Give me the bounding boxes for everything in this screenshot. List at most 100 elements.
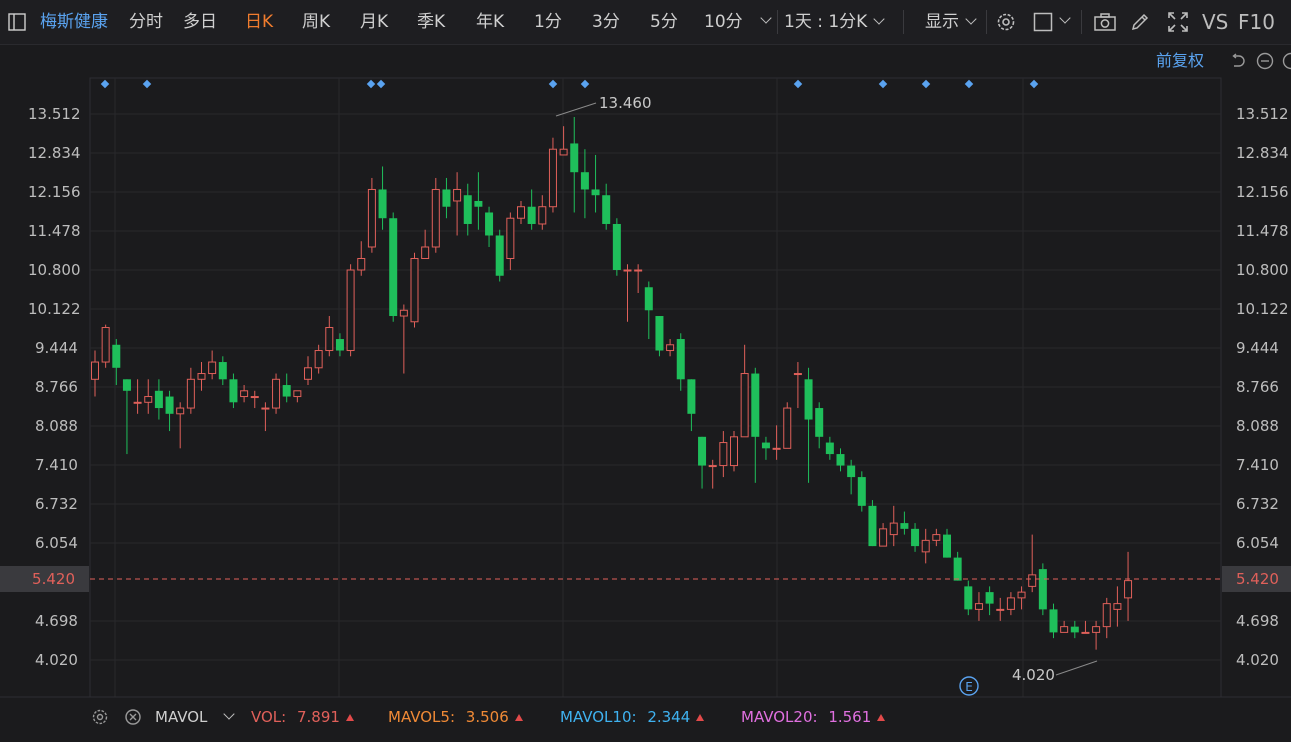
- up-arrow-icon: [696, 714, 705, 721]
- interval-select[interactable]: 1天 : 1分K: [784, 0, 885, 44]
- fullscreen-icon[interactable]: [1165, 0, 1191, 44]
- tab-3min[interactable]: 3分: [592, 0, 620, 44]
- vs-button[interactable]: VS: [1202, 0, 1228, 44]
- candle: [964, 580, 973, 616]
- candle-body: [517, 206, 525, 219]
- f10-button[interactable]: F10: [1238, 0, 1275, 44]
- candle-body: [144, 396, 153, 403]
- candle: [730, 431, 738, 472]
- tab-weekly-k[interactable]: 周K: [302, 0, 330, 44]
- more-periods-chevron-icon[interactable]: [756, 0, 776, 44]
- candle: [953, 551, 962, 581]
- candle-body: [186, 378, 195, 409]
- layout-select[interactable]: [1031, 0, 1071, 44]
- y-tick-label: 12.156: [28, 183, 81, 201]
- candle-body: [730, 436, 738, 467]
- event-diamond-marker: [580, 79, 590, 89]
- tab-quarterly-k[interactable]: 季K: [417, 0, 445, 44]
- tab-multi-day[interactable]: 多日: [183, 0, 217, 44]
- event-markers: [100, 79, 1039, 89]
- y-tick-label: 4.020: [35, 651, 78, 669]
- candle: [527, 189, 536, 230]
- candle: [506, 212, 515, 270]
- candle-body: [101, 327, 110, 363]
- candle: [985, 586, 994, 616]
- candle-body: [442, 189, 451, 207]
- candle: [1113, 586, 1122, 627]
- current-price-label: 5.420: [1236, 570, 1279, 588]
- zoom-in-icon[interactable]: [1278, 44, 1291, 78]
- tab-10min[interactable]: 10分: [704, 0, 743, 44]
- candle-body: [1017, 591, 1026, 599]
- y-tick-label: 12.834: [28, 144, 81, 162]
- candle: [1124, 551, 1133, 621]
- display-select[interactable]: 显示: [925, 0, 977, 44]
- candle-body: [921, 539, 930, 553]
- candle-body: [751, 373, 760, 437]
- candle: [612, 218, 621, 276]
- candle: [240, 385, 249, 403]
- y-tick-label: 6.732: [35, 495, 78, 513]
- gear-icon[interactable]: [993, 0, 1019, 44]
- mavol5-value: 3.506: [465, 708, 509, 726]
- candle-body: [112, 344, 121, 368]
- indicator-select[interactable]: MAVOL: [155, 700, 236, 734]
- y-tick-label: 8.088: [1236, 417, 1279, 435]
- y-tick-label: 7.410: [1236, 456, 1279, 474]
- candle: [602, 183, 611, 230]
- divider: [986, 10, 987, 34]
- adjust-mode-button[interactable]: 前复权: [1156, 44, 1204, 78]
- zoom-out-icon[interactable]: [1255, 44, 1275, 78]
- candle: [176, 402, 185, 449]
- candle-body: [399, 309, 408, 317]
- tab-yearly-k[interactable]: 年K: [476, 0, 504, 44]
- candle-body: [580, 172, 589, 190]
- sidebar-toggle-icon[interactable]: [6, 0, 28, 44]
- low-annotation-label: 4.020: [1012, 666, 1055, 684]
- candle-body: [261, 407, 270, 410]
- candle: [431, 177, 440, 253]
- candle: [548, 137, 557, 213]
- candle: [1070, 620, 1079, 639]
- candle: [474, 172, 483, 230]
- indicator-settings-gear-icon[interactable]: [89, 700, 111, 734]
- y-tick-label: 6.732: [1236, 495, 1279, 513]
- pencil-icon[interactable]: [1127, 0, 1153, 44]
- y-tick-label: 4.020: [1236, 651, 1279, 669]
- undo-icon[interactable]: [1227, 44, 1247, 78]
- candle-body: [421, 246, 430, 259]
- candle: [197, 362, 206, 391]
- camera-icon[interactable]: [1091, 0, 1119, 44]
- candle-body: [591, 189, 600, 196]
- tab-1min[interactable]: 1分: [534, 0, 562, 44]
- tab-fenshi[interactable]: 分时: [129, 0, 163, 44]
- candle: [1060, 620, 1069, 633]
- tab-monthly-k[interactable]: 月K: [360, 0, 388, 44]
- candle: [1081, 620, 1090, 634]
- candle-body: [293, 390, 302, 398]
- candle: [932, 528, 941, 547]
- candle: [463, 183, 472, 236]
- current-price-tag-left: 5.420: [0, 566, 89, 592]
- tab-5min[interactable]: 5分: [650, 0, 678, 44]
- candle: [304, 356, 312, 386]
- candle-body: [1070, 626, 1079, 633]
- candle-body: [91, 361, 99, 380]
- y-tick-label: 13.512: [28, 105, 81, 123]
- candle-body: [804, 379, 813, 420]
- indicator-close-icon[interactable]: [122, 700, 144, 734]
- stock-name[interactable]: 梅斯健康: [40, 0, 108, 44]
- tab-daily-k[interactable]: 日K: [245, 0, 273, 44]
- candle: [410, 252, 419, 328]
- candle: [335, 333, 344, 357]
- candle-body: [367, 188, 376, 248]
- candle: [122, 379, 131, 455]
- candle: [346, 264, 355, 357]
- candle-body: [676, 339, 685, 380]
- up-arrow-icon: [877, 714, 886, 721]
- candle-body: [900, 523, 909, 529]
- chart-grid: [89, 77, 1222, 698]
- volume-indicator-bar: MAVOL VOL: 7.891 MAVOL5: 3.506 MAVOL10: …: [0, 700, 1291, 734]
- candle: [399, 304, 408, 374]
- candle-body: [985, 592, 994, 604]
